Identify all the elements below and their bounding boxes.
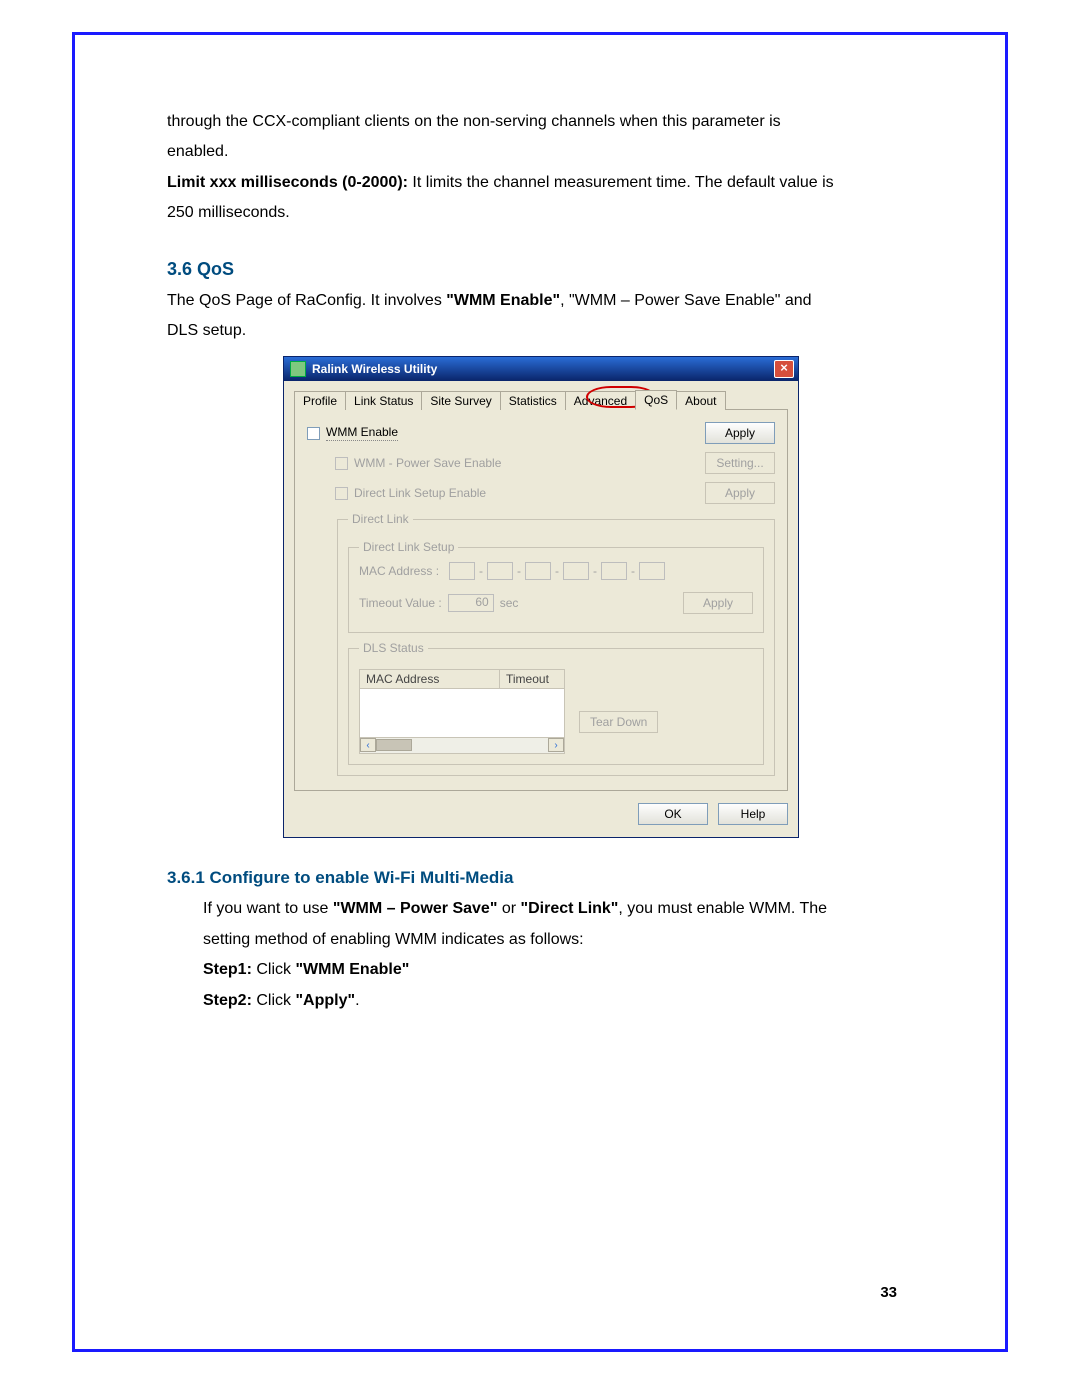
mac-label: MAC Address : (359, 564, 439, 578)
sub-p1-c: , you must enable WMM. The (618, 900, 827, 917)
tab-statistics[interactable]: Statistics (500, 391, 566, 410)
label-wmm-ps: WMM - Power Save Enable (354, 456, 501, 470)
ok-button[interactable]: OK (638, 803, 708, 825)
limit-label-bold: Limit xxx milliseconds (0-2000): (167, 174, 408, 191)
fieldset-direct-link-setup: Direct Link Setup MAC Address : - - - - … (348, 540, 764, 633)
fieldset-dls-status: DLS Status MAC Address Timeout (348, 641, 764, 765)
label-wmm-enable[interactable]: WMM Enable (326, 425, 398, 441)
legend-dls-status: DLS Status (359, 641, 428, 655)
body-para-limit: Limit xxx milliseconds (0-2000): It limi… (167, 168, 915, 198)
tab-profile[interactable]: Profile (294, 391, 346, 410)
checkbox-wmm-ps (335, 457, 348, 470)
apply-directlink-button: Apply (683, 592, 753, 614)
tab-qos[interactable]: QoS (635, 390, 677, 410)
legend-direct-link-setup: Direct Link Setup (359, 540, 458, 554)
step1-quote: "WMM Enable" (295, 961, 409, 978)
section-heading-qos: 3.6 QoS (167, 259, 915, 280)
tabs-wrap: Profile Link Status Site Survey Statisti… (294, 389, 788, 410)
section-title: QoS (197, 259, 234, 279)
window-body: Profile Link Status Site Survey Statisti… (284, 381, 798, 837)
sub-p1-a: If you want to use (203, 900, 333, 917)
row-dls-enable: Direct Link Setup Enable Apply (335, 482, 775, 504)
limit-rest: It limits the channel measurement time. … (408, 174, 834, 191)
row-wmm-enable: WMM Enable Apply (307, 422, 775, 444)
scroll-thumb[interactable] (376, 739, 412, 751)
step1: Step1: Click "WMM Enable" (203, 955, 915, 985)
mac-input-4 (563, 562, 589, 580)
mac-input-5 (601, 562, 627, 580)
qos-panel: WMM Enable Apply WMM - Power Save Enable… (294, 410, 788, 791)
tab-about[interactable]: About (676, 391, 725, 410)
footer-buttons: OK Help (294, 803, 788, 825)
step2-quote: "Apply" (295, 992, 355, 1009)
qos-para-1b: , "WMM – Power Save Enable" and (560, 292, 811, 309)
subsection-heading: 3.6.1 Configure to enable Wi-Fi Multi-Me… (167, 868, 915, 888)
timeout-label: Timeout Value : (359, 596, 442, 610)
mac-row: MAC Address : - - - - - (359, 562, 753, 580)
body-para-ccx-1: through the CCX-compliant clients on the… (167, 107, 915, 137)
tab-strip: Profile Link Status Site Survey Statisti… (294, 389, 788, 410)
sub-p1-b2: "Direct Link" (521, 900, 619, 917)
section-number: 3.6 (167, 259, 192, 279)
sub-para-1: If you want to use "WMM – Power Save" or… (203, 894, 915, 924)
page-frame: through the CCX-compliant clients on the… (72, 32, 1008, 1352)
step2-dot: . (355, 992, 359, 1009)
col-mac: MAC Address (360, 670, 500, 689)
qos-para-1: The QoS Page of RaConfig. It involves "W… (167, 286, 915, 316)
ralink-window: Ralink Wireless Utility × Profile Link S… (283, 356, 799, 838)
page-number: 33 (880, 1284, 897, 1301)
mac-input-2 (487, 562, 513, 580)
qos-para-2: DLS setup. (167, 316, 915, 346)
step2-bold: Step2: (203, 992, 252, 1009)
dls-table: MAC Address Timeout (359, 669, 565, 738)
scroll-left-icon[interactable]: ‹ (360, 738, 376, 752)
scroll-right-icon[interactable]: › (548, 738, 564, 752)
step1-rest: Click (252, 961, 296, 978)
window-title: Ralink Wireless Utility (312, 362, 774, 376)
step2-rest: Click (252, 992, 296, 1009)
checkbox-wmm-enable[interactable] (307, 427, 320, 440)
dls-table-body (360, 689, 564, 737)
row-wmm-ps: WMM - Power Save Enable Setting... (335, 452, 775, 474)
qos-para-1a: The QoS Page of RaConfig. It involves (167, 292, 446, 309)
tab-link-status[interactable]: Link Status (345, 391, 422, 410)
col-timeout: Timeout (500, 670, 564, 689)
qos-bold-wmm-enable: "WMM Enable" (446, 292, 560, 309)
dls-table-head: MAC Address Timeout (360, 670, 564, 689)
sub-p1-mid: or (497, 900, 520, 917)
setting-button: Setting... (705, 452, 775, 474)
legend-direct-link: Direct Link (348, 512, 413, 526)
mac-input-3 (525, 562, 551, 580)
app-icon (290, 361, 306, 377)
body-para-limit-2: 250 milliseconds. (167, 198, 915, 228)
step2: Step2: Click "Apply". (203, 986, 915, 1016)
fieldset-direct-link: Direct Link Direct Link Setup MAC Addres… (337, 512, 775, 776)
mac-input-6 (639, 562, 665, 580)
timeout-input: 60 (448, 594, 494, 612)
teardown-button: Tear Down (579, 711, 658, 733)
mac-input-1 (449, 562, 475, 580)
timeout-unit: sec (500, 596, 519, 610)
sub-p1-b1: "WMM – Power Save" (333, 900, 498, 917)
timeout-row: Timeout Value : 60 sec Apply (359, 592, 753, 614)
step1-bold: Step1: (203, 961, 252, 978)
scroll-track[interactable] (376, 738, 548, 753)
apply-wmm-button[interactable]: Apply (705, 422, 775, 444)
label-dls-enable: Direct Link Setup Enable (354, 486, 486, 500)
dls-scrollbar[interactable]: ‹ › (359, 738, 565, 754)
close-icon[interactable]: × (774, 360, 794, 378)
apply-dls-button: Apply (705, 482, 775, 504)
body-para-ccx-2: enabled. (167, 137, 915, 167)
sub-para-2: setting method of enabling WMM indicates… (203, 925, 915, 955)
tab-site-survey[interactable]: Site Survey (421, 391, 500, 410)
titlebar[interactable]: Ralink Wireless Utility × (284, 357, 798, 381)
checkbox-dls-enable (335, 487, 348, 500)
tab-advanced[interactable]: Advanced (565, 391, 636, 410)
help-button[interactable]: Help (718, 803, 788, 825)
